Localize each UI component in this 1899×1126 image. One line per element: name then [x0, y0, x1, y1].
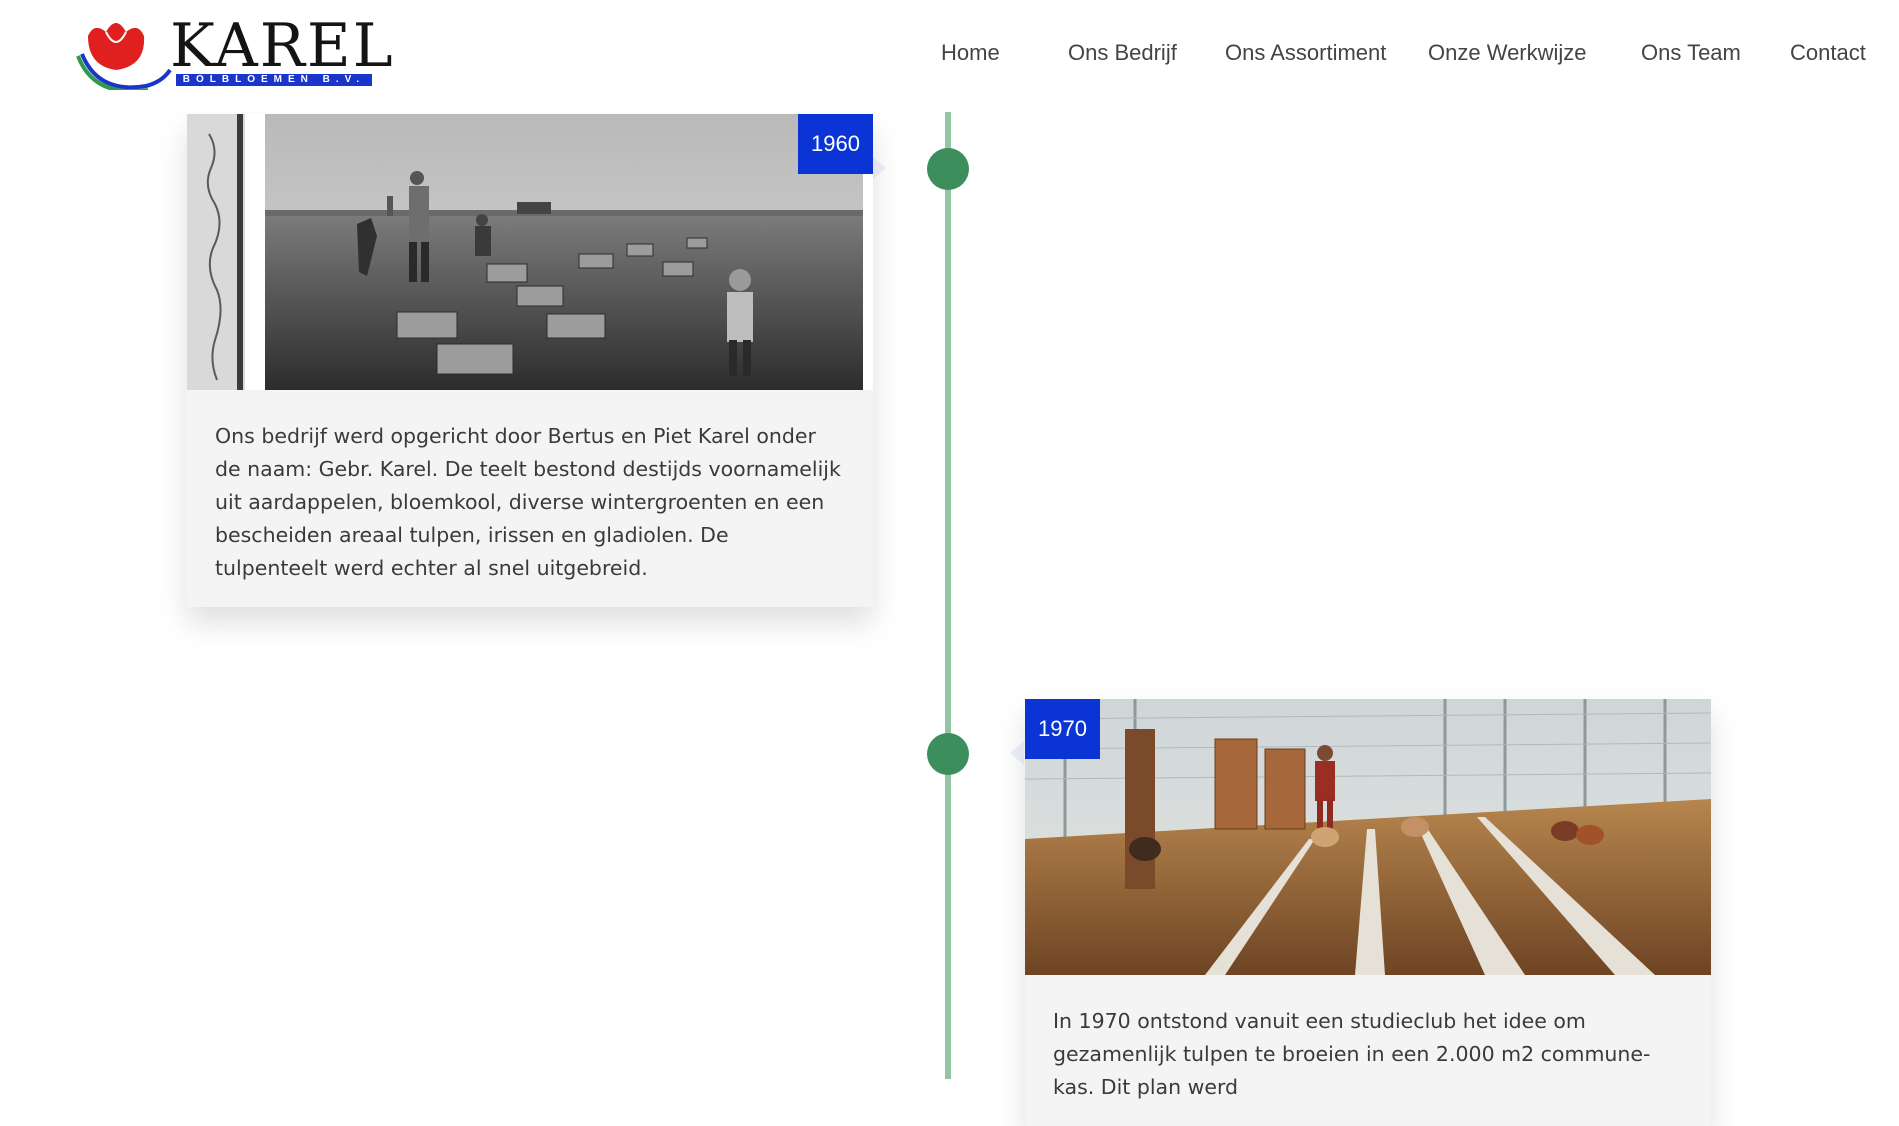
photo-1960-field-harvest	[187, 114, 873, 390]
site-header: KAREL BOLBLOEMEN B.V. Home Ons Bedrijf O…	[0, 0, 1899, 112]
timeline-card-1960: 1960 Ons bedrijf werd opgericht door Ber…	[187, 114, 873, 607]
year-badge-1970: 1970	[1025, 699, 1100, 759]
card-text-1960: Ons bedrijf werd opgericht door Bertus e…	[215, 424, 841, 580]
timeline-card-1970: 1970 In 1970 ontstond vanuit een studiec…	[1025, 699, 1711, 1126]
timeline-dot-1970	[927, 733, 969, 775]
logo-wordmark: KAREL	[170, 11, 395, 81]
nav-home[interactable]: Home	[941, 38, 1000, 68]
year-badge-1960: 1960	[798, 114, 873, 174]
nav-ons-bedrijf[interactable]: Ons Bedrijf	[1068, 38, 1177, 68]
card-pointer-1960	[872, 156, 886, 180]
card-text-1970: In 1970 ontstond vanuit een studieclub h…	[1053, 1009, 1651, 1099]
photo-1970-greenhouse	[1025, 699, 1711, 975]
timeline-line	[945, 112, 951, 1079]
timeline-dot-1960	[927, 148, 969, 190]
logo-subtitle: BOLBLOEMEN B.V.	[176, 74, 372, 86]
card-pointer-1970	[1010, 741, 1024, 765]
tulip-logo-icon	[76, 23, 172, 94]
nav-onze-werkwijze[interactable]: Onze Werkwijze	[1428, 38, 1587, 68]
main-nav: Home Ons Bedrijf Ons Assortiment Onze We…	[899, 38, 1899, 68]
karel-logo[interactable]: KAREL BOLBLOEMEN B.V.	[76, 11, 393, 94]
nav-ons-assortiment[interactable]: Ons Assortiment	[1225, 38, 1386, 68]
nav-ons-team[interactable]: Ons Team	[1641, 38, 1741, 68]
nav-contact[interactable]: Contact	[1790, 38, 1866, 68]
